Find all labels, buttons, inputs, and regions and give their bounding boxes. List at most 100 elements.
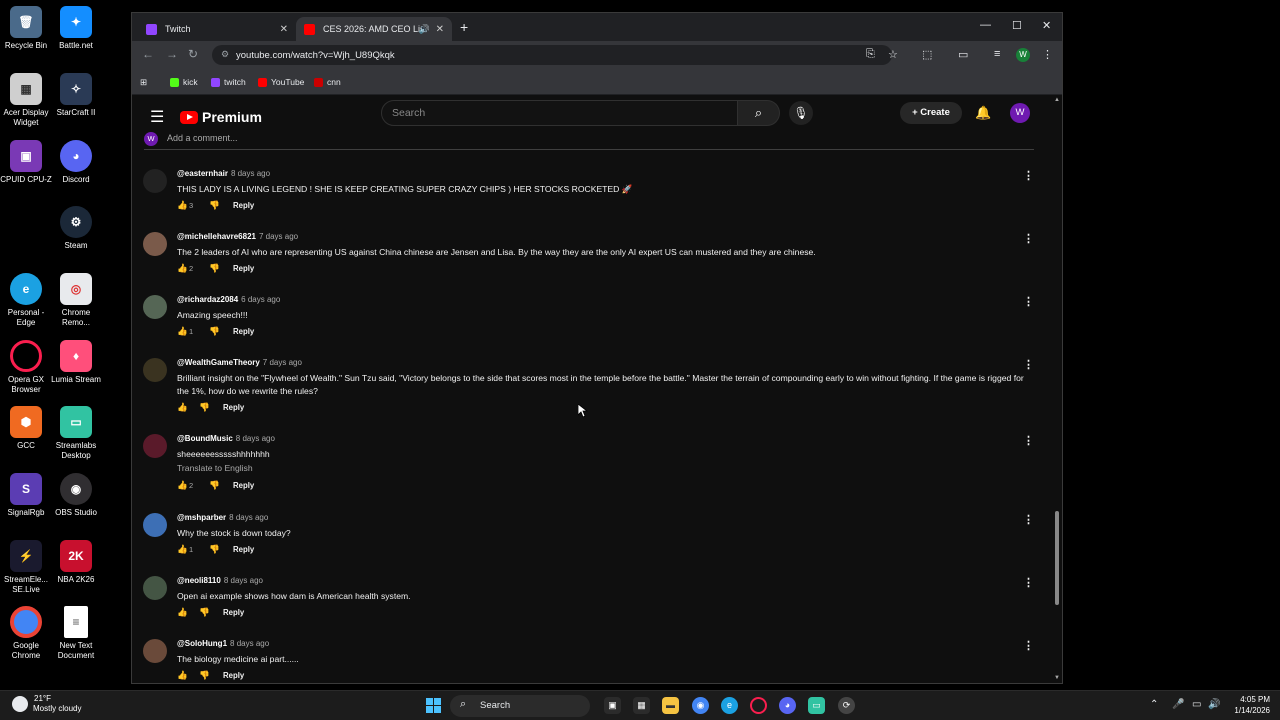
chrome-taskbar-icon[interactable]: ◉	[692, 697, 709, 714]
clock[interactable]: 4:05 PM 1/14/2026	[1222, 694, 1270, 716]
widgets-icon[interactable]: ▦	[633, 697, 650, 714]
minimize-icon[interactable]: —	[980, 19, 991, 31]
forward-icon[interactable]: →	[166, 47, 178, 61]
speaker-icon[interactable]: 🔊	[419, 24, 430, 35]
desktop-icon-streamelements[interactable]: ⚡ StreamEle... SE.Live	[0, 540, 52, 595]
reply-button[interactable]: Reply	[223, 403, 244, 412]
url-field[interactable]: ⚙ youtube.com/watch?v=Wjh_U89Qkqk	[212, 45, 892, 65]
comment-avatar[interactable]	[143, 169, 167, 193]
comment-time[interactable]: 7 days ago	[263, 358, 302, 367]
dislike-icon[interactable]: 👎	[209, 263, 233, 274]
desktop-icon-text-document[interactable]: ≡ New Text Document	[50, 606, 102, 661]
reply-button[interactable]: Reply	[233, 201, 254, 210]
desktop-icon-obs[interactable]: ◉ OBS Studio	[50, 473, 102, 518]
install-app-icon[interactable]: ⎘	[866, 48, 875, 61]
comment-author[interactable]: @neoli8110	[177, 576, 221, 585]
desktop-icon-starcraft[interactable]: ✧ StarCraft II	[50, 73, 102, 118]
comment-avatar[interactable]	[143, 639, 167, 663]
taskbar-search[interactable]: ⌕ Search	[450, 695, 590, 717]
comment-avatar[interactable]	[143, 295, 167, 319]
more-actions-icon[interactable]: ⋮	[1023, 639, 1034, 652]
dislike-icon[interactable]: 👎	[199, 607, 223, 618]
more-actions-icon[interactable]: ⋮	[1023, 295, 1034, 308]
reload-icon[interactable]: ↻	[188, 47, 198, 61]
comment-author[interactable]: @michellehavre6821	[177, 232, 256, 241]
desktop-icon-cpuz[interactable]: ▣ CPUID CPU-Z	[0, 140, 52, 185]
tab-youtube[interactable]: CES 2026: AMD CEO Lisa Su 🔊 ✕	[296, 17, 452, 41]
maximize-icon[interactable]: ☐	[1012, 19, 1022, 32]
comment-time[interactable]: 8 days ago	[236, 434, 275, 443]
reply-button[interactable]: Reply	[233, 327, 254, 336]
streamlabs-taskbar-icon[interactable]: ▭	[808, 697, 825, 714]
more-actions-icon[interactable]: ⋮	[1023, 358, 1034, 371]
account-avatar[interactable]: W	[1010, 103, 1030, 123]
like-icon[interactable]: 👍	[177, 200, 189, 211]
comment-avatar[interactable]	[143, 576, 167, 600]
bookmark-youtube[interactable]: YouTube	[258, 77, 304, 87]
comment-author[interactable]: @easternhair	[177, 169, 228, 178]
voice-search-button[interactable]: 🎙	[789, 101, 813, 125]
dislike-icon[interactable]: 👎	[209, 200, 233, 211]
like-icon[interactable]: 👍	[177, 670, 189, 681]
dislike-icon[interactable]: 👎	[209, 544, 233, 555]
dislike-icon[interactable]: 👎	[209, 326, 233, 337]
desktop-icon-battlenet[interactable]: ✦ Battle.net	[50, 6, 102, 51]
reply-button[interactable]: Reply	[233, 545, 254, 554]
display-tray-icon[interactable]: ▭	[1192, 699, 1201, 710]
desktop-icon-acer-widget[interactable]: ▦ Acer Display Widget	[0, 73, 52, 128]
window-close-icon[interactable]: ✕	[1042, 19, 1051, 32]
reply-button[interactable]: Reply	[233, 264, 254, 273]
comment-time[interactable]: 8 days ago	[230, 639, 269, 648]
back-icon[interactable]: ←	[142, 47, 154, 61]
dislike-icon[interactable]: 👎	[199, 670, 223, 681]
desktop-icon-gcc[interactable]: ⬢ GCC	[0, 406, 52, 451]
comment-time[interactable]: 7 days ago	[259, 232, 298, 241]
add-comment-field[interactable]: W Add a comment...	[144, 132, 1034, 150]
microphone-tray-icon[interactable]: 🎤	[1172, 699, 1184, 710]
comment-author[interactable]: @WealthGameTheory	[177, 358, 260, 367]
more-actions-icon[interactable]: ⋮	[1023, 232, 1034, 245]
more-actions-icon[interactable]: ⋮	[1023, 434, 1034, 447]
desktop-icon-streamlabs[interactable]: ▭ Streamlabs Desktop	[50, 406, 102, 461]
extensions-icon[interactable]: ⬚	[922, 48, 932, 61]
hamburger-menu-icon[interactable]: ☰	[150, 107, 164, 127]
desktop-icon-steam[interactable]: ⚙ Steam	[50, 206, 102, 251]
desktop-icon-chrome-remote[interactable]: ◎ Chrome Remo...	[50, 273, 102, 328]
tray-overflow-icon[interactable]: ⌃	[1150, 699, 1158, 710]
like-icon[interactable]: 👍	[177, 263, 189, 274]
comment-author[interactable]: @BoundMusic	[177, 434, 233, 443]
tab-twitch[interactable]: Twitch ✕	[138, 17, 296, 41]
desktop-icon-discord[interactable]: ◕ Discord	[50, 140, 102, 185]
reply-button[interactable]: Reply	[223, 671, 244, 680]
volume-tray-icon[interactable]: 🔊	[1208, 699, 1220, 710]
like-icon[interactable]: 👍	[177, 544, 189, 555]
comment-avatar[interactable]	[143, 513, 167, 537]
notifications-bell-icon[interactable]: 🔔	[975, 105, 991, 121]
dislike-icon[interactable]: 👎	[199, 402, 223, 413]
bookmark-cnn[interactable]: cnn	[314, 77, 341, 87]
bookmark-kick[interactable]: kick	[170, 77, 198, 87]
translate-link[interactable]: Translate to English	[177, 463, 253, 473]
comment-avatar[interactable]	[143, 358, 167, 382]
comment-time[interactable]: 8 days ago	[231, 169, 270, 178]
reply-button[interactable]: Reply	[233, 481, 254, 490]
comment-time[interactable]: 6 days ago	[241, 295, 280, 304]
discord-taskbar-icon[interactable]: ◕	[779, 697, 796, 714]
comment-author[interactable]: @mshparber	[177, 513, 226, 522]
search-input[interactable]: Search	[381, 100, 738, 126]
apps-grid-icon[interactable]: ⊞	[140, 77, 147, 88]
app-taskbar-icon[interactable]: ⟳	[838, 697, 855, 714]
bookmark-twitch[interactable]: twitch	[211, 77, 246, 87]
comment-avatar[interactable]	[143, 232, 167, 256]
reply-button[interactable]: Reply	[223, 608, 244, 617]
search-button[interactable]: ⌕	[738, 100, 780, 126]
file-explorer-icon[interactable]: ▬	[662, 697, 679, 714]
bookmark-star-icon[interactable]: ☆	[888, 48, 898, 61]
like-icon[interactable]: 👍	[177, 480, 189, 491]
desktop-icon-chrome[interactable]: Google Chrome	[0, 606, 52, 661]
scroll-down-icon[interactable]: ▼	[1054, 675, 1060, 681]
like-icon[interactable]: 👍	[177, 607, 189, 618]
start-button[interactable]	[426, 698, 441, 713]
comment-author[interactable]: @richardaz2084	[177, 295, 238, 304]
task-view-icon[interactable]: ▣	[604, 697, 621, 714]
